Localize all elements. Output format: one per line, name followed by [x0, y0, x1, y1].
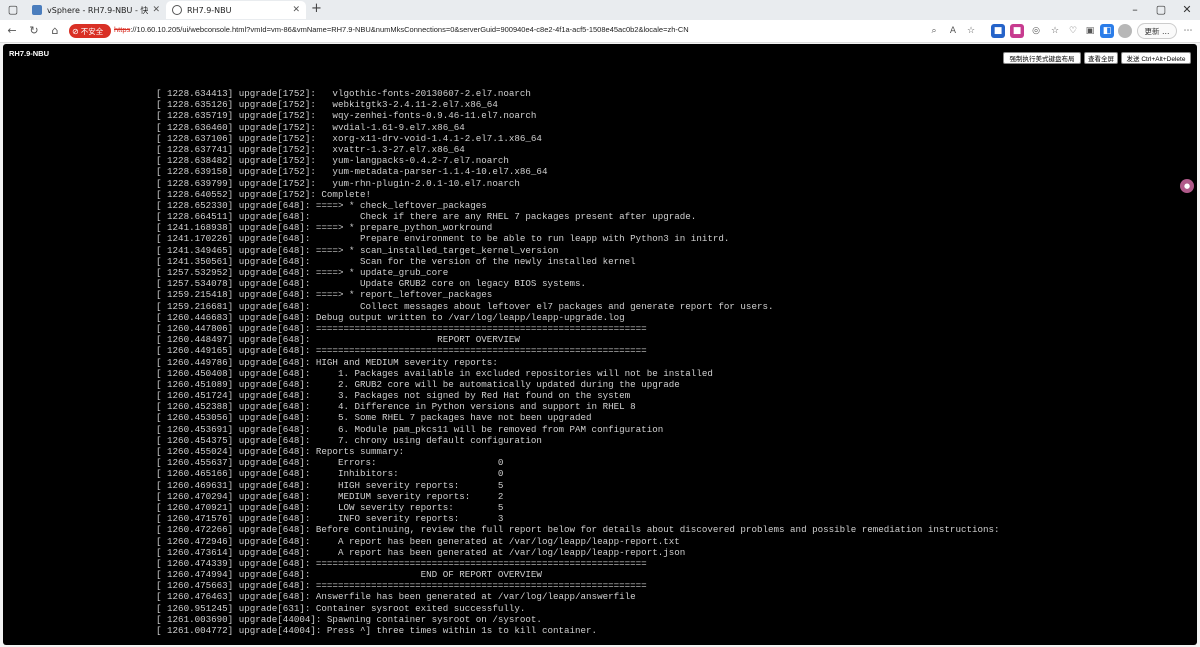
maximize-icon[interactable]: ▢	[1152, 1, 1170, 19]
terminal-output: [ 1228.634413] upgrade[1752]: vlgothic-f…	[156, 88, 1196, 636]
terminal-line: [ 1260.470294] upgrade[648]: MEDIUM seve…	[156, 490, 504, 502]
terminal-line: [ 1260.455637] upgrade[648]: Errors: 0	[156, 457, 504, 469]
extension-icon[interactable]: ■	[1010, 24, 1024, 38]
terminal-line: [ 1260.449786] upgrade[648]: HIGH and ME…	[156, 356, 498, 368]
terminal-line: [ 1241.170226] upgrade[648]: Prepare env…	[156, 233, 730, 245]
terminal-line: [ 1260.474339] upgrade[648]: ===========…	[156, 557, 647, 569]
vm-console[interactable]: RH7.9-NBU 强制执行美式键盘布局 查看全屏 发送 Ctrl+Alt+De…	[3, 44, 1197, 645]
tab-title: vSphere - RH7.9-NBU - 快照管理	[47, 5, 149, 15]
read-aloud-icon[interactable]: A	[946, 24, 960, 38]
minimize-icon[interactable]: –	[1126, 1, 1144, 19]
terminal-line: [ 1260.450408] upgrade[648]: 1. Packages…	[156, 367, 713, 379]
terminal-line: [ 1260.951245] upgrade[631]: Container s…	[156, 602, 526, 614]
favorite-star-icon[interactable]: ☆	[964, 24, 978, 38]
terminal-line: [ 1260.447806] upgrade[648]: ===========…	[156, 322, 647, 334]
warning-icon: ⊘	[72, 26, 79, 36]
url-protocol: https	[114, 25, 131, 34]
update-button[interactable]: 更新 …	[1137, 23, 1177, 39]
terminal-line: [ 1259.215418] upgrade[648]: ====> * rep…	[156, 289, 493, 301]
insecure-label: 不安全	[80, 26, 104, 36]
terminal-line: [ 1260.449165] upgrade[648]: ===========…	[156, 345, 647, 357]
terminal-line: [ 1260.476463] upgrade[648]: Answerfile …	[156, 591, 636, 603]
force-us-keyboard-button[interactable]: 强制执行美式键盘布局	[1003, 52, 1081, 64]
terminal-line: [ 1228.639799] upgrade[1752]: yum-rhn-pl…	[156, 177, 520, 189]
close-tab-icon[interactable]: ✕	[152, 5, 160, 15]
terminal-line: [ 1228.652330] upgrade[648]: ====> * che…	[156, 199, 487, 211]
profile-avatar[interactable]	[1118, 24, 1132, 38]
home-icon[interactable]: ⌂	[48, 24, 62, 38]
close-tab-icon[interactable]: ✕	[292, 5, 300, 15]
vm-name: RH7.9-NBU	[9, 49, 50, 58]
zoom-icon[interactable]: ⌕	[927, 24, 941, 38]
terminal-line: [ 1260.453691] upgrade[648]: 6. Module p…	[156, 423, 664, 435]
tab-title: RH7.9-NBU	[187, 5, 232, 15]
terminal-line: [ 1261.004772] upgrade[44004]: Press ^] …	[156, 625, 598, 636]
vsphere-icon	[32, 5, 42, 15]
terminal-line: [ 1260.446683] upgrade[648]: Debug outpu…	[156, 311, 625, 323]
window-menu-icon[interactable]: ▢	[4, 1, 22, 19]
address-bar: ← ↻ ⌂ ⊘ 不安全 https://10.60.10.205/ui/webc…	[0, 20, 1200, 43]
terminal-line: [ 1260.465166] upgrade[648]: Inhibitors:…	[156, 468, 504, 480]
url-text: ://10.60.10.205/ui/webconsole.html?vmId=…	[130, 25, 689, 34]
terminal-line: [ 1260.455024] upgrade[648]: Reports sum…	[156, 446, 405, 457]
terminal-line: [ 1241.350561] upgrade[648]: Scan for th…	[156, 255, 636, 267]
extensions-icon[interactable]: ▣	[1083, 24, 1097, 38]
terminal-line: [ 1261.003690] upgrade[44004]: Spawning …	[156, 613, 542, 625]
terminal-line: [ 1260.451724] upgrade[648]: 3. Packages…	[156, 390, 631, 402]
send-ctrl-alt-delete-button[interactable]: 发送 Ctrl+Alt+Delete	[1121, 52, 1191, 64]
browser-menu-icon[interactable]: ⋯	[1180, 24, 1196, 38]
tab-vsphere[interactable]: vSphere - RH7.9-NBU - 快照管理 ✕	[26, 1, 166, 19]
terminal-line: [ 1260.448497] upgrade[648]: REPORT OVER…	[156, 334, 520, 346]
terminal-line: [ 1260.453056] upgrade[648]: 5. Some RHE…	[156, 412, 592, 424]
terminal-line: [ 1260.473614] upgrade[648]: A report ha…	[156, 546, 686, 558]
terminal-line: [ 1260.454375] upgrade[648]: 7. chrony u…	[156, 434, 542, 446]
terminal-line: [ 1228.639158] upgrade[1752]: yum-metada…	[156, 166, 548, 178]
new-tab-button[interactable]: +	[311, 2, 322, 16]
terminal-line: [ 1241.168938] upgrade[648]: ====> * pre…	[156, 222, 493, 234]
terminal-line: [ 1241.349465] upgrade[648]: ====> * sca…	[156, 244, 559, 256]
terminal-line: [ 1228.635719] upgrade[1752]: wqy-zenhei…	[156, 110, 537, 122]
terminal-line: [ 1260.472266] upgrade[648]: Before cont…	[156, 524, 1000, 536]
extension-icon[interactable]: ■	[991, 24, 1005, 38]
browser-tab-bar: ▢ vSphere - RH7.9-NBU - 快照管理 ✕ RH7.9-NBU…	[0, 0, 1200, 20]
terminal-line: [ 1228.637106] upgrade[1752]: xorg-x11-d…	[156, 132, 542, 144]
url-field[interactable]: https://10.60.10.205/ui/webconsole.html?…	[114, 25, 689, 34]
terminal-line: [ 1260.452388] upgrade[648]: 4. Differen…	[156, 401, 636, 413]
sidebar-icon[interactable]: ◧	[1100, 24, 1114, 38]
terminal-line: [ 1260.472946] upgrade[648]: A report ha…	[156, 535, 680, 547]
update-label: 更新	[1144, 26, 1160, 36]
terminal-line: [ 1260.470921] upgrade[648]: LOW severit…	[156, 501, 504, 513]
terminal-line: [ 1257.532952] upgrade[648]: ====> * upd…	[156, 267, 449, 278]
terminal-line: [ 1228.634413] upgrade[1752]: vlgothic-f…	[156, 88, 531, 99]
extension-icon[interactable]: ◎	[1029, 24, 1043, 38]
terminal-line: [ 1228.635126] upgrade[1752]: webkitgtk3…	[156, 99, 498, 111]
collections-icon[interactable]: ♡	[1066, 24, 1080, 38]
terminal-line: [ 1260.475663] upgrade[648]: ===========…	[156, 580, 647, 592]
floating-assistant-icon[interactable]: ●	[1180, 179, 1194, 193]
terminal-line: [ 1228.637741] upgrade[1752]: xvattr-1.3…	[156, 143, 465, 155]
terminal-line: [ 1260.469631] upgrade[648]: HIGH severi…	[156, 479, 504, 491]
more-icon: …	[1161, 26, 1170, 36]
terminal-line: [ 1260.474994] upgrade[648]: END OF REPO…	[156, 569, 542, 581]
terminal-line: [ 1228.664511] upgrade[648]: Check if th…	[156, 211, 697, 223]
back-icon[interactable]: ←	[5, 24, 19, 38]
globe-icon	[172, 5, 182, 15]
terminal-line: [ 1260.451089] upgrade[648]: 2. GRUB2 co…	[156, 378, 680, 390]
tab-console[interactable]: RH7.9-NBU ✕	[166, 1, 306, 19]
terminal-line: [ 1228.640552] upgrade[1752]: Complete!	[156, 188, 372, 200]
terminal-line: [ 1260.471576] upgrade[648]: INFO severi…	[156, 513, 504, 525]
insecure-badge[interactable]: ⊘ 不安全	[69, 24, 111, 38]
favorites-icon[interactable]: ☆	[1048, 24, 1062, 38]
close-window-icon[interactable]: ✕	[1178, 1, 1196, 19]
refresh-icon[interactable]: ↻	[27, 24, 41, 38]
fullscreen-button[interactable]: 查看全屏	[1084, 52, 1118, 64]
terminal-line: [ 1257.534078] upgrade[648]: Update GRUB…	[156, 278, 587, 290]
terminal-line: [ 1228.636460] upgrade[1752]: wvdial-1.6…	[156, 121, 465, 133]
terminal-line: [ 1228.638482] upgrade[1752]: yum-langpa…	[156, 155, 509, 167]
terminal-line: [ 1259.216681] upgrade[648]: Collect mes…	[156, 300, 774, 312]
